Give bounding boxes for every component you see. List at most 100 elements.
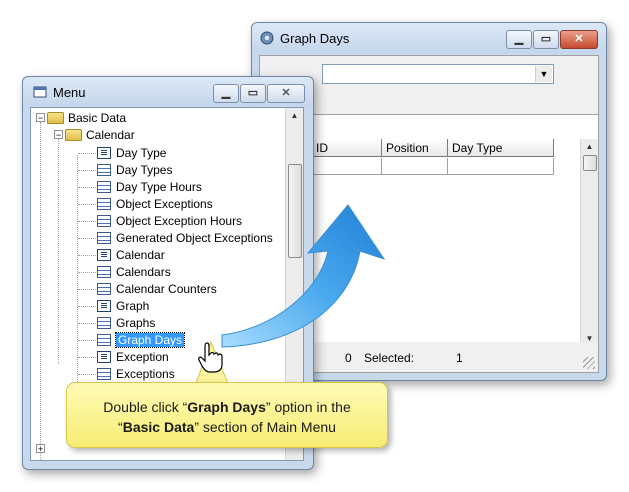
resize-grip-icon[interactable] (583, 357, 595, 369)
table-icon (97, 164, 111, 176)
tree-line (77, 155, 78, 382)
tree-item-graphs[interactable]: Graphs (97, 315, 155, 332)
close-icon: ✕ (281, 87, 291, 99)
tree-item-day-types[interactable]: Day Types (97, 162, 172, 179)
graph-days-caption-buttons: ▁ ▭ ✕ (506, 30, 598, 49)
tree-item-label: Basic Data (68, 111, 127, 125)
collapse-calendar-icon[interactable]: − (54, 130, 63, 140)
selected-value: 1 (456, 351, 463, 365)
scroll-up-icon[interactable]: ▲ (286, 108, 303, 124)
tree-line (78, 374, 96, 375)
grid-vertical-scrollbar[interactable]: ▲ ▼ (580, 139, 598, 347)
callout-line1-pre: Double click “ (103, 399, 188, 415)
tree-line (78, 204, 96, 205)
minimize-icon: ▁ (514, 33, 524, 45)
minimize-button[interactable]: ▁ (213, 84, 239, 103)
callout-graph-days: Graph Days (187, 399, 266, 415)
maximize-icon: ▭ (540, 33, 552, 45)
tree-line (58, 139, 59, 364)
tree-item-label: Graphs (116, 316, 156, 330)
tree-line (78, 306, 96, 307)
table-icon (97, 215, 111, 227)
tree-item-label: Day Type (116, 146, 167, 160)
table-icon (97, 334, 111, 346)
tree-line (78, 323, 96, 324)
chevron-down-icon[interactable]: ▼ (535, 66, 552, 82)
tree-item-label: Day Types (116, 163, 173, 177)
tree-line (78, 153, 96, 154)
tree-line (78, 340, 96, 341)
form-icon (97, 351, 111, 363)
close-button[interactable]: ✕ (267, 84, 305, 103)
tree-item-calendar[interactable]: Calendar (97, 247, 165, 264)
minimize-icon: ▁ (221, 87, 231, 99)
table-icon (97, 232, 111, 244)
column-header-day-type[interactable]: Day Type (448, 139, 554, 157)
scroll-thumb[interactable] (583, 155, 597, 171)
tree-item-calendar-counters[interactable]: Calendar Counters (97, 281, 217, 298)
table-icon (97, 266, 111, 278)
minimize-button[interactable]: ▁ (506, 30, 532, 49)
tree-item-label-selected: Graph Days (114, 332, 186, 348)
graph-days-title: Graph Days (280, 31, 350, 46)
close-button[interactable]: ✕ (560, 30, 598, 49)
maximize-icon: ▭ (247, 87, 259, 99)
tree-line (40, 122, 41, 460)
tree-line (78, 187, 96, 188)
close-icon: ✕ (574, 33, 584, 45)
form-icon (97, 249, 111, 261)
table-icon (97, 283, 111, 295)
tree-item-label: Exceptions (116, 367, 175, 381)
tree-item-object-exceptions[interactable]: Object Exceptions (97, 196, 213, 213)
column-header-position[interactable]: Position (382, 139, 448, 157)
tree-item-label: Day Type Hours (116, 180, 202, 194)
callout-line2-post: ” section of Main Menu (194, 419, 336, 435)
column-header-id[interactable]: ID (312, 139, 382, 157)
tree-item-day-type-hours[interactable]: Day Type Hours (97, 179, 202, 196)
maximize-button[interactable]: ▭ (533, 30, 559, 49)
tree-item-graph[interactable]: Graph (97, 298, 149, 315)
tree-item-graph-days[interactable]: Graph Days (97, 332, 186, 349)
tree-line (78, 170, 96, 171)
form-icon (97, 300, 111, 312)
grid-cell[interactable] (382, 158, 448, 175)
scroll-up-icon[interactable]: ▲ (581, 139, 598, 155)
expand-next-section-icon[interactable]: + (36, 444, 45, 454)
tree-item-label: Exception (116, 350, 169, 364)
instruction-callout: Double click “Graph Days” option in the … (66, 382, 388, 448)
collapse-basic-data-icon[interactable]: − (36, 113, 45, 123)
tree-item-exception[interactable]: Exception (97, 349, 169, 366)
tree-item-calendar-folder[interactable]: Calendar (65, 127, 135, 144)
tree-line (78, 221, 96, 222)
folder-open-icon (47, 112, 64, 124)
tree-item-label: Graph (116, 299, 150, 313)
tree-item-label: Object Exceptions (116, 197, 213, 211)
tree-item-basic-data[interactable]: Basic Data (47, 110, 126, 127)
graph-days-app-icon (260, 31, 274, 45)
tree-line (78, 357, 96, 358)
graph-selector-combobox[interactable]: ▼ (322, 64, 554, 84)
grid-cell[interactable] (448, 158, 554, 175)
tree-item-label: Calendar (116, 248, 165, 262)
callout-text: Double click “Graph Days” option in the … (67, 397, 387, 437)
hand-cursor-icon (198, 342, 223, 373)
grid-cell[interactable] (312, 158, 382, 175)
table-icon (97, 368, 111, 380)
tree-line (78, 272, 96, 273)
tree-line (78, 238, 96, 239)
table-icon (97, 317, 111, 329)
menu-titlebar[interactable]: Menu ▁ ▭ ✕ (23, 77, 313, 107)
tree-item-day-type[interactable]: Day Type (97, 145, 166, 162)
tree-item-calendars[interactable]: Calendars (97, 264, 171, 281)
graph-days-titlebar[interactable]: Graph Days ▁ ▭ ✕ (252, 23, 606, 53)
menu-caption-buttons: ▁ ▭ ✕ (213, 84, 305, 103)
form-icon (97, 147, 111, 159)
tree-item-label: Calendars (116, 265, 171, 279)
tree-line (78, 255, 96, 256)
menu-app-icon (33, 86, 47, 98)
maximize-button[interactable]: ▭ (240, 84, 266, 103)
tree-item-exceptions[interactable]: Exceptions (97, 366, 175, 383)
curved-arrow-icon (221, 204, 386, 348)
menu-title: Menu (53, 85, 86, 100)
record-count: 0 (345, 351, 352, 365)
